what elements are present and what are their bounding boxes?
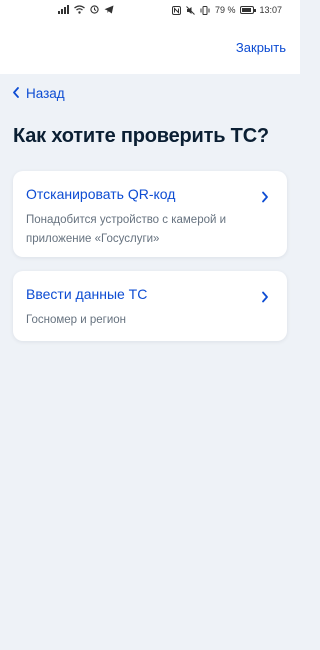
option-enter-data[interactable]: Ввести данные ТС Госномер и регион [13,271,287,341]
chevron-right-icon [261,190,269,208]
telegram-icon [104,5,114,14]
signal-icon [58,5,69,14]
close-button[interactable]: Закрыть [236,40,286,55]
back-button[interactable]: Назад [12,86,65,101]
option-description: Понадобится устройство с камерой и прило… [26,214,227,245]
chevron-right-icon [261,290,269,308]
battery-percent: 79 % [214,5,236,15]
option-description: Госномер и регион [26,314,127,326]
clock-time: 13:07 [259,5,282,15]
option-scan-qr[interactable]: Отсканировать QR-код Понадобится устройс… [13,171,287,257]
back-label: Назад [26,86,65,101]
nfc-icon [171,5,181,15]
vibrate-icon [200,5,210,15]
battery-icon [240,6,257,14]
alarm-icon [90,5,99,14]
mute-icon [186,5,195,15]
page-title: Как хотите проверить ТС? [13,125,269,147]
option-title: Ввести данные ТС [26,286,148,302]
top-bar: 79 % 13:07 Закрыть [0,0,300,74]
status-bar: 79 % 13:07 [0,0,300,22]
option-title: Отсканировать QR-код [26,186,176,202]
wifi-icon [74,5,85,14]
chevron-left-icon [12,86,20,101]
